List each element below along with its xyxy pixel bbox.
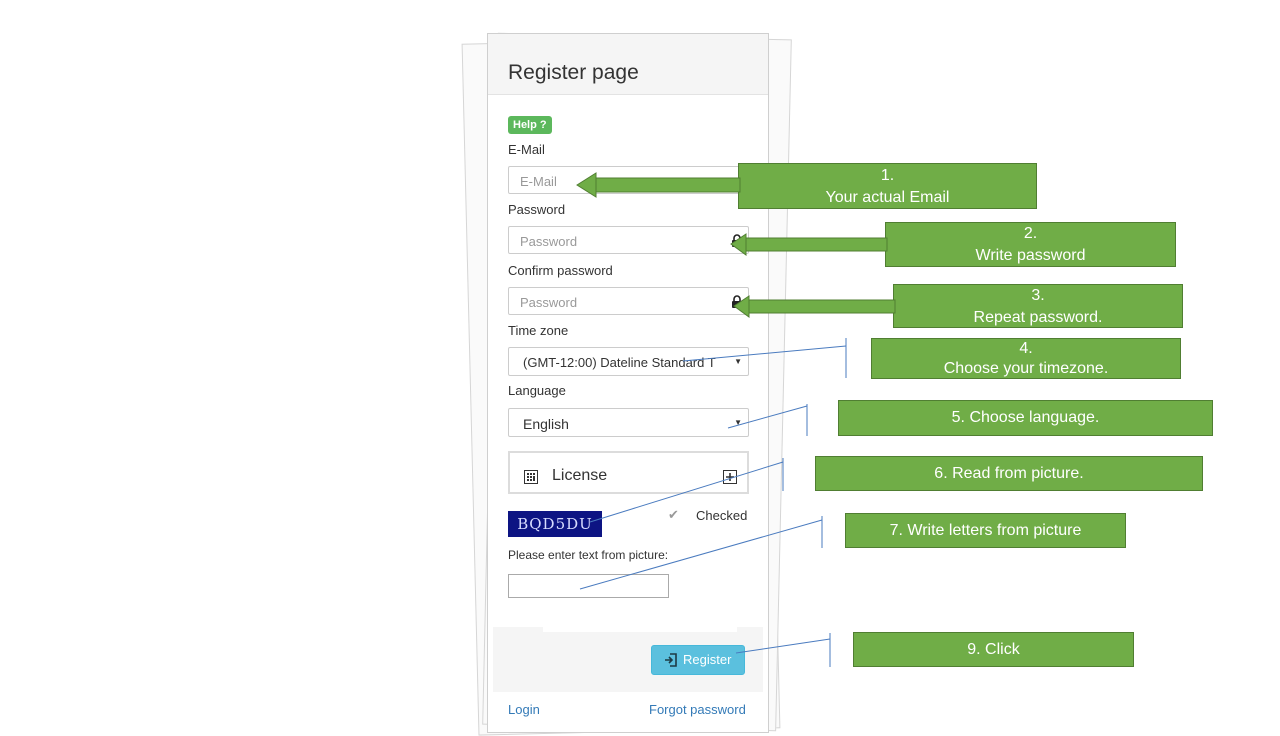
callout-click-text: 9. Click [967,641,1020,658]
callout-password: 2. Write password [885,222,1176,267]
register-card: Register page Help ? E-Mail E-Mail Passw… [487,33,769,733]
callout-timezone-text: Choose your timezone. [943,360,1109,377]
license-panel[interactable]: License [508,451,749,494]
language-select[interactable]: English ▼ [508,408,749,437]
callout-email: 1. Your actual Email [738,163,1037,209]
callout-timezone: 4. Choose your timezone. [871,338,1181,379]
email-placeholder: E-Mail [520,174,557,189]
register-button[interactable]: Register [651,645,745,675]
help-badge[interactable]: Help ? [508,116,552,134]
callout-read-picture-text: 6. Read from picture. [934,465,1084,482]
callout-repeat-text: Repeat password. [973,309,1103,326]
caret-down-icon: ▼ [734,357,742,366]
callout-click: 9. Click [853,632,1134,667]
confirm-password-input[interactable]: Password [508,287,749,315]
callout-language-text: 5. Choose language. [951,409,1100,426]
lock-icon [732,234,742,247]
callout-repeat-password: 3. Repeat password. [893,284,1183,328]
checkmark-icon: ✔ [668,507,679,522]
license-title: License [552,467,608,484]
checked-label: Checked [696,508,748,523]
sign-in-icon [665,653,677,667]
captcha-prompt: Please enter text from picture: [508,548,669,562]
captcha-input[interactable] [508,574,669,598]
calculator-icon [524,470,538,484]
captcha-image: BQD5DU [508,511,602,537]
language-selected: English [523,416,569,432]
callout-email-text: Your actual Email [825,189,950,206]
email-input[interactable]: E-Mail [508,166,749,194]
checked-checkbox[interactable]: ✔ [668,508,682,522]
callout-write-letters-text: 7. Write letters from picture [889,522,1082,539]
callout-email-number: 1. [880,167,895,184]
plus-square-icon[interactable] [723,470,737,484]
callout-write-letters: 7. Write letters from picture [845,513,1126,548]
callout-language: 5. Choose language. [838,400,1213,436]
email-label: E-Mail [508,142,545,157]
footer-blank-area [543,602,737,632]
callout-repeat-number: 3. [1031,287,1045,304]
lock-icon [732,295,742,308]
callout-read-picture: 6. Read from picture. [815,456,1203,491]
callout-password-text: Write password [975,247,1086,264]
password-label: Password [508,202,566,217]
callout-password-number: 2. [1023,225,1038,242]
callout-timezone-number: 4. [1019,340,1033,357]
caret-down-icon: ▼ [734,418,742,427]
language-label: Language [508,383,566,398]
login-link[interactable]: Login [508,702,540,717]
timezone-selected: (GMT-12:00) Dateline Standard T [523,355,716,370]
confirm-password-placeholder: Password [520,295,578,310]
timezone-label: Time zone [508,323,569,338]
confirm-password-label: Confirm password [508,263,613,278]
card-header: Register page [488,34,768,95]
page-title: Register page [508,61,639,84]
password-placeholder: Password [520,234,578,249]
forgot-password-link[interactable]: Forgot password [649,702,746,717]
timezone-select[interactable]: (GMT-12:00) Dateline Standard T ▼ [508,347,749,376]
register-label: Register [683,652,732,667]
password-input[interactable]: Password [508,226,749,254]
